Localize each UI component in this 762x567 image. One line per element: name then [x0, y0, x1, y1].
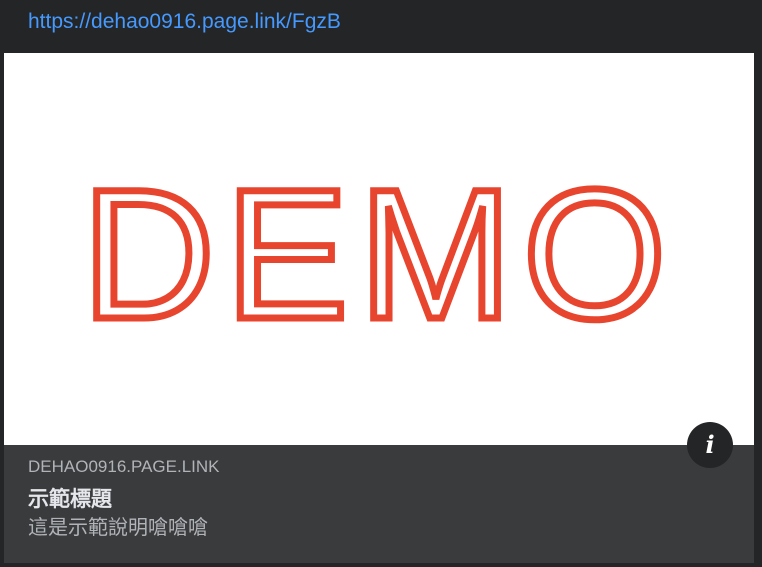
demo-logo-text: DEMO [82, 152, 677, 358]
demo-logo-image: DEMO [78, 149, 677, 362]
shared-url-link[interactable]: https://dehao0916.page.link/FgzB [28, 9, 341, 35]
info-icon: i [705, 430, 715, 459]
link-preview-frame: https://dehao0916.page.link/FgzB DEMO i … [0, 0, 762, 567]
preview-image[interactable]: DEMO [4, 53, 754, 445]
preview-meta: DEHAO0916.PAGE.LINK 示範標題 這是示範說明嗆嗆嗆 [28, 457, 674, 540]
bottom-divider [0, 563, 762, 567]
preview-title: 示範標題 [28, 488, 112, 511]
link-preview-card[interactable]: DEMO i DEHAO0916.PAGE.LINK 示範標題 這是示範說明嗆嗆… [4, 53, 754, 563]
preview-domain: DEHAO0916.PAGE.LINK [28, 457, 220, 476]
info-button[interactable]: i [687, 422, 733, 468]
url-bar: https://dehao0916.page.link/FgzB [0, 0, 762, 53]
preview-description: 這是示範說明嗆嗆嗆 [28, 517, 208, 539]
